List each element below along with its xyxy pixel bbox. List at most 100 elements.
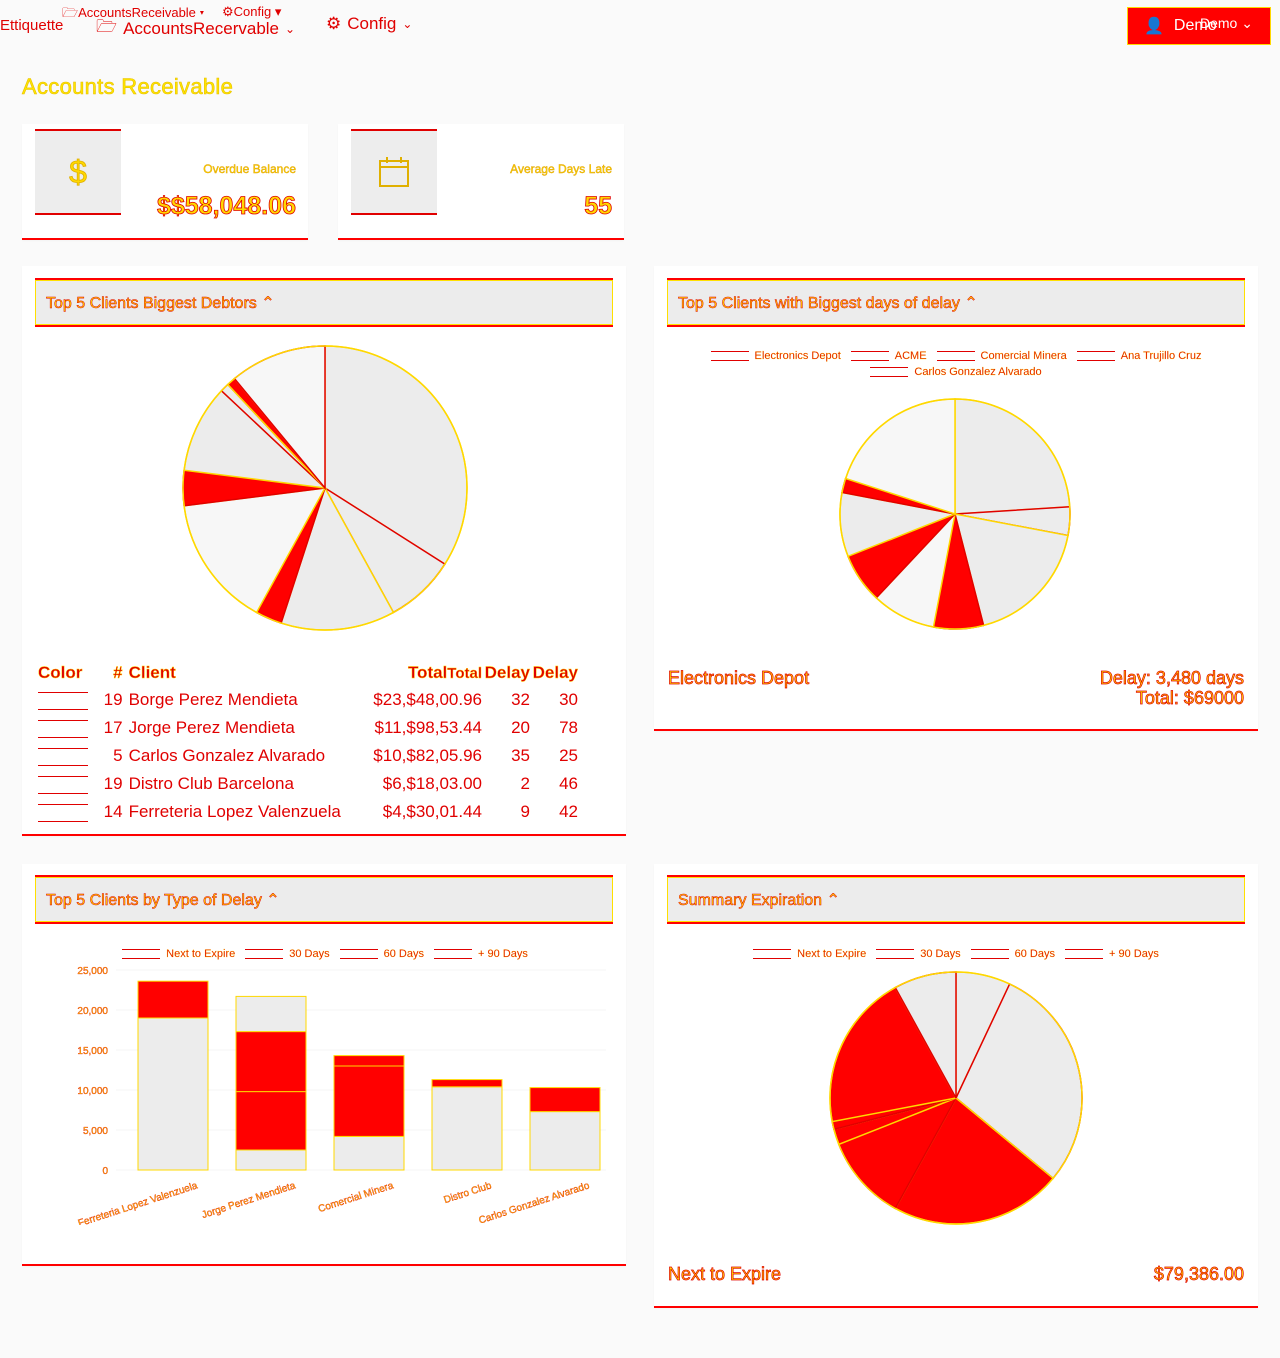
- bar-segment[interactable]: [235, 1149, 307, 1171]
- legend-swatch: [710, 351, 749, 361]
- color-swatch: [38, 798, 99, 826]
- legend-swatch: [850, 351, 889, 361]
- row-num: 19: [103, 690, 123, 709]
- chevron-up-icon: ⌃: [261, 295, 275, 313]
- color-swatch: [38, 742, 99, 770]
- panel-title: Summary Expiration: [678, 892, 823, 910]
- legend-swatch: [970, 949, 1009, 959]
- folder-icon: 🗁: [62, 5, 79, 20]
- row-delay: 20: [511, 718, 530, 737]
- row-client: Ferreteria Lopez Valenzuela: [128, 802, 341, 821]
- bar-segment[interactable]: [333, 1055, 405, 1067]
- legend-label: 30 Days: [289, 948, 330, 960]
- table-row[interactable]: 5 Carlos Gonzalez Alvarado $10,$82,05.96 35…: [38, 742, 578, 770]
- row-total: $11,$98,53.44: [374, 718, 483, 737]
- delay-footer-total: Total: $69000: [1135, 688, 1245, 709]
- legend-item[interactable]: Ana Trujillo Cruz: [1076, 350, 1202, 362]
- row-num: 17: [103, 718, 123, 737]
- y-tick-label: 10,000: [77, 1086, 108, 1097]
- kpi-value: $$58,048.06: [156, 192, 297, 221]
- legend-swatch: [753, 949, 792, 959]
- row-num: 19: [103, 774, 123, 793]
- legend-swatch: [1076, 351, 1115, 361]
- legend-item[interactable]: Next to Expire: [753, 948, 866, 960]
- legend-item[interactable]: Electronics Depot: [710, 350, 841, 362]
- header-color: Color: [38, 663, 83, 682]
- bar-segment[interactable]: [431, 1086, 503, 1171]
- legend-item[interactable]: + 90 Days: [433, 948, 528, 960]
- bar-segment[interactable]: [235, 1091, 307, 1151]
- bar-segment[interactable]: [137, 1017, 209, 1171]
- expiration-pie-chart: [829, 971, 1083, 1225]
- brand-link[interactable]: Ettiquette: [0, 17, 63, 34]
- page-title: Accounts Receivable: [22, 74, 234, 100]
- chevron-down-icon: ⌄: [285, 21, 296, 36]
- legend-label: Next to Expire: [797, 948, 867, 960]
- bar-segment[interactable]: [333, 1065, 405, 1137]
- legend-label: Comercial Minera: [980, 350, 1067, 362]
- legend-item[interactable]: ACME: [850, 350, 927, 362]
- legend-item[interactable]: 60 Days: [339, 948, 425, 960]
- type-delay-bar-chart: 25,000 20,000 15,000 10,000 5,000 0 Ferreteria…: [77, 966, 606, 1225]
- y-tick-label: 5,000: [83, 1126, 108, 1137]
- legend-swatch: [245, 949, 284, 959]
- row-total: $10,$82,05.96: [373, 746, 483, 765]
- row-client: Borge Perez Mendieta: [128, 690, 298, 709]
- panel-header-debtors[interactable]: Top 5 Clients Biggest Debtors ⌃: [35, 278, 613, 327]
- chevron-down-icon: ⌄: [402, 17, 413, 31]
- row-delay-2: 30: [559, 690, 578, 709]
- dollar-icon: $: [35, 129, 121, 215]
- y-tick-label: 20,000: [77, 1006, 108, 1017]
- legend-item[interactable]: Comercial Minera: [936, 350, 1067, 362]
- bar-segment[interactable]: [137, 980, 209, 1019]
- kpi-value: 55: [584, 192, 613, 221]
- bar-segment[interactable]: [235, 995, 307, 1033]
- legend-label: Carlos Gonzalez Alvarado: [914, 366, 1042, 378]
- table-row[interactable]: 14 Ferreteria Lopez Valenzuela $4,$30,01.4…: [38, 798, 578, 826]
- kpi-label: Overdue Balance: [203, 162, 296, 176]
- panel-title: Top 5 Clients by Type of Delay: [46, 892, 262, 910]
- color-swatch: [38, 686, 99, 714]
- bar-segment[interactable]: [333, 1135, 405, 1171]
- bar-segment[interactable]: [529, 1111, 601, 1171]
- legend-item[interactable]: Carlos Gonzalez Alvarado: [870, 366, 1042, 378]
- x-tick-label: Carlos Gonzalez Alvarado: [478, 1180, 592, 1225]
- legend-label: 30 Days: [920, 948, 961, 960]
- legend-item[interactable]: + 90 Days: [1064, 948, 1159, 960]
- legend-swatch: [339, 949, 378, 959]
- legend-label: 60 Days: [1014, 948, 1056, 960]
- expiration-footer-label: Next to Expire: [668, 1264, 782, 1285]
- top-nav: 🗁AccountsReceivable ▾ ⚙Config ▾ Ettiquet…: [0, 0, 1280, 50]
- legend-item[interactable]: Next to Expire: [122, 948, 235, 960]
- legend-label: 60 Days: [383, 948, 425, 960]
- panel-header-delay[interactable]: Top 5 Clients with Biggest days of delay…: [667, 278, 1245, 327]
- color-swatch: [38, 714, 99, 742]
- delay-pie-chart: [839, 398, 1071, 630]
- x-tick-label: Ferreteria Lopez Valenzuela: [77, 1180, 200, 1225]
- debtors-pie-chart: [182, 345, 468, 631]
- bar-segment[interactable]: [529, 1087, 601, 1113]
- legend-item[interactable]: 30 Days: [876, 948, 961, 960]
- row-client: Carlos Gonzalez Alvarado: [128, 746, 326, 765]
- bar-segment[interactable]: [431, 1079, 503, 1088]
- nav-config-menu[interactable]: ⚙ Config ⌄: [326, 14, 412, 34]
- y-tick-label: 15,000: [77, 1046, 108, 1057]
- panel-header-expiration[interactable]: Summary Expiration ⌃: [667, 875, 1245, 924]
- x-tick-label: Distro Club: [442, 1180, 493, 1206]
- row-delay-2: 46: [559, 774, 578, 793]
- row-num: 5: [113, 746, 123, 765]
- user-label-duplicate: Demo ⌄: [1200, 15, 1253, 31]
- user-menu-button[interactable]: 👤 Demo Demo ⌄: [1127, 7, 1271, 45]
- pie-slice[interactable]: [954, 398, 1071, 515]
- nav-accounts-menu[interactable]: 🗁 AccountsRecervable ⌄: [96, 14, 295, 43]
- legend-item[interactable]: 30 Days: [245, 948, 330, 960]
- bar-segment[interactable]: [235, 1031, 307, 1093]
- table-row[interactable]: 19 Borge Perez Mendieta $23,$48,00.96 32 30: [38, 686, 578, 714]
- kpi-label: Average Days Late: [510, 162, 612, 176]
- panel-header-type-delay[interactable]: Top 5 Clients by Type of Delay ⌃: [35, 875, 613, 924]
- table-row[interactable]: 17 Jorge Perez Mendieta $11,$98,53.44 20 78: [38, 714, 578, 742]
- row-delay-2: 42: [559, 802, 578, 821]
- brand-label: Ettiquette: [0, 17, 64, 34]
- legend-item[interactable]: 60 Days: [970, 948, 1056, 960]
- table-row[interactable]: 19 Distro Club Barcelona $6,$18,03.00 2 46: [38, 770, 578, 798]
